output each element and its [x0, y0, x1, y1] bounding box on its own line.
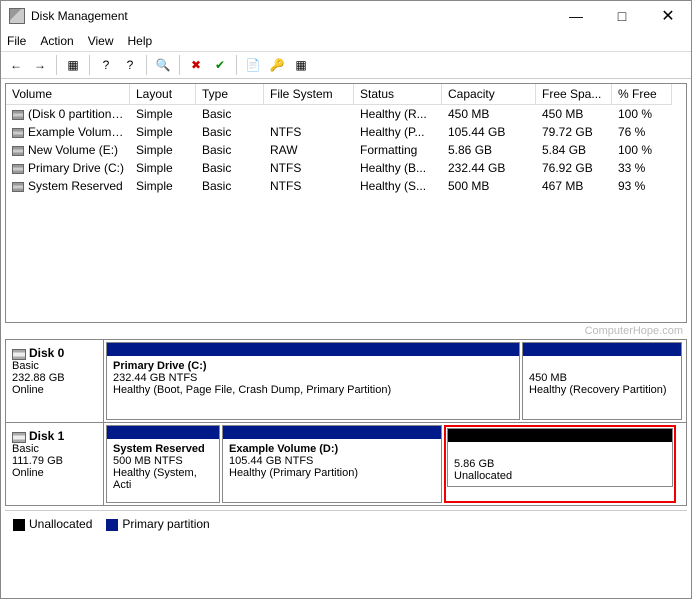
disk-partitions: System Reserved500 MB NTFSHealthy (Syste… — [104, 423, 686, 505]
volume-row[interactable]: Primary Drive (C:)SimpleBasicNTFSHealthy… — [6, 159, 686, 177]
toolbar: ← → ▦ ? ? 🔍 ✖ ✔ 📄 🔑 ▦ — [1, 51, 691, 79]
menu-bar: File Action View Help — [1, 31, 691, 51]
volume-icon — [12, 110, 24, 120]
partition[interactable]: Example Volume (D:)105.44 GB NTFSHealthy… — [222, 425, 442, 503]
col-status[interactable]: Status — [354, 84, 442, 105]
col-fs[interactable]: File System — [264, 84, 354, 105]
partition-bar — [523, 343, 681, 356]
disk-row: Disk 0Basic232.88 GBOnlinePrimary Drive … — [6, 340, 686, 423]
delete-icon[interactable]: ✖ — [185, 54, 207, 76]
volume-row[interactable]: (Disk 0 partition 2)SimpleBasicHealthy (… — [6, 105, 686, 123]
volume-icon — [12, 182, 24, 192]
legend-primary: Primary partition — [106, 517, 209, 531]
volume-list[interactable]: Volume Layout Type File System Status Ca… — [5, 83, 687, 323]
watermark: ComputerHope.com — [1, 323, 691, 337]
close-button[interactable]: ✕ — [645, 1, 691, 31]
col-type[interactable]: Type — [196, 84, 264, 105]
separator — [89, 55, 90, 75]
disk-partitions: Primary Drive (C:)232.44 GB NTFSHealthy … — [104, 340, 686, 422]
title-bar: Disk Management — □ ✕ — [1, 1, 691, 31]
forward-icon[interactable]: → — [29, 54, 51, 76]
partition-bar — [107, 426, 219, 439]
highlight-box: 5.86 GBUnallocated — [444, 425, 676, 503]
find-icon[interactable]: 🔍 — [152, 54, 174, 76]
help2-icon[interactable]: ? — [119, 54, 141, 76]
volume-row[interactable]: System ReservedSimpleBasicNTFSHealthy (S… — [6, 177, 686, 195]
view-icon[interactable]: ▦ — [62, 54, 84, 76]
menu-view[interactable]: View — [88, 34, 114, 48]
new-icon[interactable]: 📄 — [242, 54, 264, 76]
separator — [236, 55, 237, 75]
col-layout[interactable]: Layout — [130, 84, 196, 105]
menu-action[interactable]: Action — [40, 34, 73, 48]
back-icon[interactable]: ← — [5, 54, 27, 76]
menu-file[interactable]: File — [7, 34, 26, 48]
partition-bar — [107, 343, 519, 356]
disk-row: Disk 1Basic111.79 GBOnlineSystem Reserve… — [6, 423, 686, 505]
separator — [179, 55, 180, 75]
partition[interactable]: 5.86 GBUnallocated — [447, 428, 673, 487]
properties-icon[interactable]: 🔑 — [266, 54, 288, 76]
volume-icon — [12, 128, 24, 138]
column-headers: Volume Layout Type File System Status Ca… — [6, 84, 686, 105]
volume-row[interactable]: New Volume (E:)SimpleBasicRAWFormatting5… — [6, 141, 686, 159]
partition-bar — [223, 426, 441, 439]
disk-icon — [12, 349, 26, 360]
volume-icon — [12, 164, 24, 174]
disk-map: Disk 0Basic232.88 GBOnlinePrimary Drive … — [5, 339, 687, 506]
disk-info[interactable]: Disk 0Basic232.88 GBOnline — [6, 340, 104, 422]
minimize-button[interactable]: — — [553, 1, 599, 31]
separator — [56, 55, 57, 75]
partition[interactable]: System Reserved500 MB NTFSHealthy (Syste… — [106, 425, 220, 503]
legend: Unallocated Primary partition — [5, 510, 687, 537]
maximize-button[interactable]: □ — [599, 1, 645, 31]
col-free[interactable]: Free Spa... — [536, 84, 612, 105]
window-title: Disk Management — [31, 9, 553, 23]
menu-help[interactable]: Help — [128, 34, 153, 48]
volume-row[interactable]: Example Volume (...SimpleBasicNTFSHealth… — [6, 123, 686, 141]
check-icon[interactable]: ✔ — [209, 54, 231, 76]
partition[interactable]: 450 MBHealthy (Recovery Partition) — [522, 342, 682, 420]
partition-bar — [448, 429, 672, 442]
app-icon — [9, 8, 25, 24]
separator — [146, 55, 147, 75]
volume-icon — [12, 146, 24, 156]
disk-info[interactable]: Disk 1Basic111.79 GBOnline — [6, 423, 104, 505]
legend-unallocated: Unallocated — [13, 517, 92, 531]
col-capacity[interactable]: Capacity — [442, 84, 536, 105]
col-pct[interactable]: % Free — [612, 84, 672, 105]
col-volume[interactable]: Volume — [6, 84, 130, 105]
help-icon[interactable]: ? — [95, 54, 117, 76]
list-icon[interactable]: ▦ — [290, 54, 312, 76]
disk-icon — [12, 432, 26, 443]
partition[interactable]: Primary Drive (C:)232.44 GB NTFSHealthy … — [106, 342, 520, 420]
volume-rows: (Disk 0 partition 2)SimpleBasicHealthy (… — [6, 105, 686, 322]
